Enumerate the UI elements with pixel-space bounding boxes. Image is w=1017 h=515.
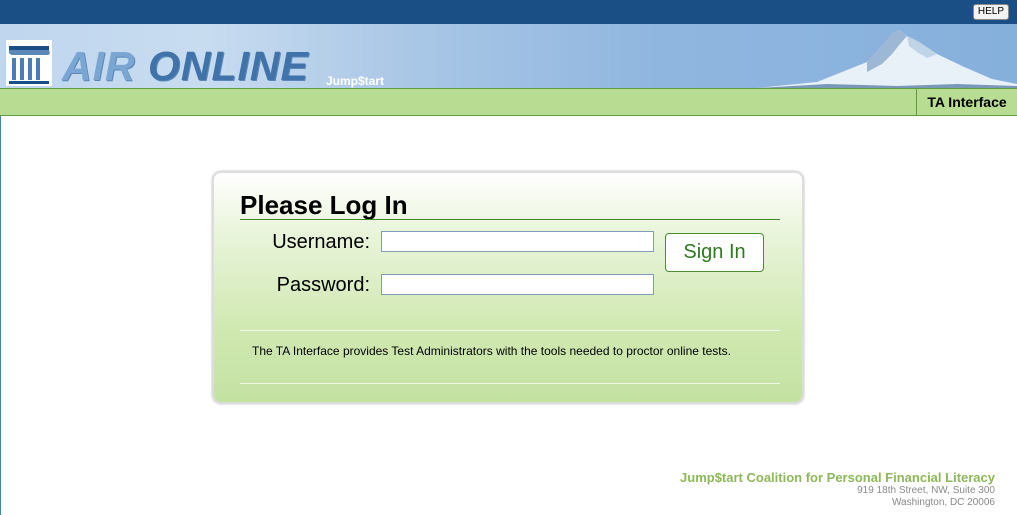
username-label: Username: xyxy=(272,231,370,253)
nav-bar: TA Interface xyxy=(0,88,1017,116)
ta-interface-label: TA Interface xyxy=(916,89,1017,115)
login-title: Please Log In xyxy=(240,190,408,220)
mountain-image xyxy=(757,30,1017,88)
username-input[interactable] xyxy=(381,231,654,252)
building-columns-logo xyxy=(6,40,52,86)
help-button[interactable]: HELP xyxy=(972,4,1009,20)
sign-in-button[interactable]: Sign In xyxy=(665,233,764,272)
app-logo-text: AIR ONLINE xyxy=(62,43,309,88)
description-bottom-divider xyxy=(240,383,780,384)
logo-word-online: ONLINE xyxy=(148,43,309,88)
title-divider xyxy=(240,219,780,220)
description-top-divider xyxy=(240,330,780,331)
logo-word-air: AIR xyxy=(62,43,148,88)
password-label: Password: xyxy=(276,274,370,296)
footer-org-name: Jump$tart Coalition for Personal Financi… xyxy=(680,470,995,485)
header-banner: AIR ONLINE Jump$tart xyxy=(0,24,1017,88)
left-border xyxy=(0,116,1,515)
footer-address-line2: Washington, DC 20006 xyxy=(891,497,995,508)
login-description: The TA Interface provides Test Administr… xyxy=(252,344,731,358)
footer: Jump$tart Coalition for Personal Financi… xyxy=(680,470,995,509)
jumpstart-tagline: Jump$tart xyxy=(326,74,385,88)
footer-address-line1: 919 18th Street, NW, Suite 300 xyxy=(857,485,995,496)
top-bar: HELP xyxy=(0,0,1017,24)
login-panel: Please Log In Username: Password: Sign I… xyxy=(212,171,804,404)
password-input[interactable] xyxy=(381,274,654,295)
